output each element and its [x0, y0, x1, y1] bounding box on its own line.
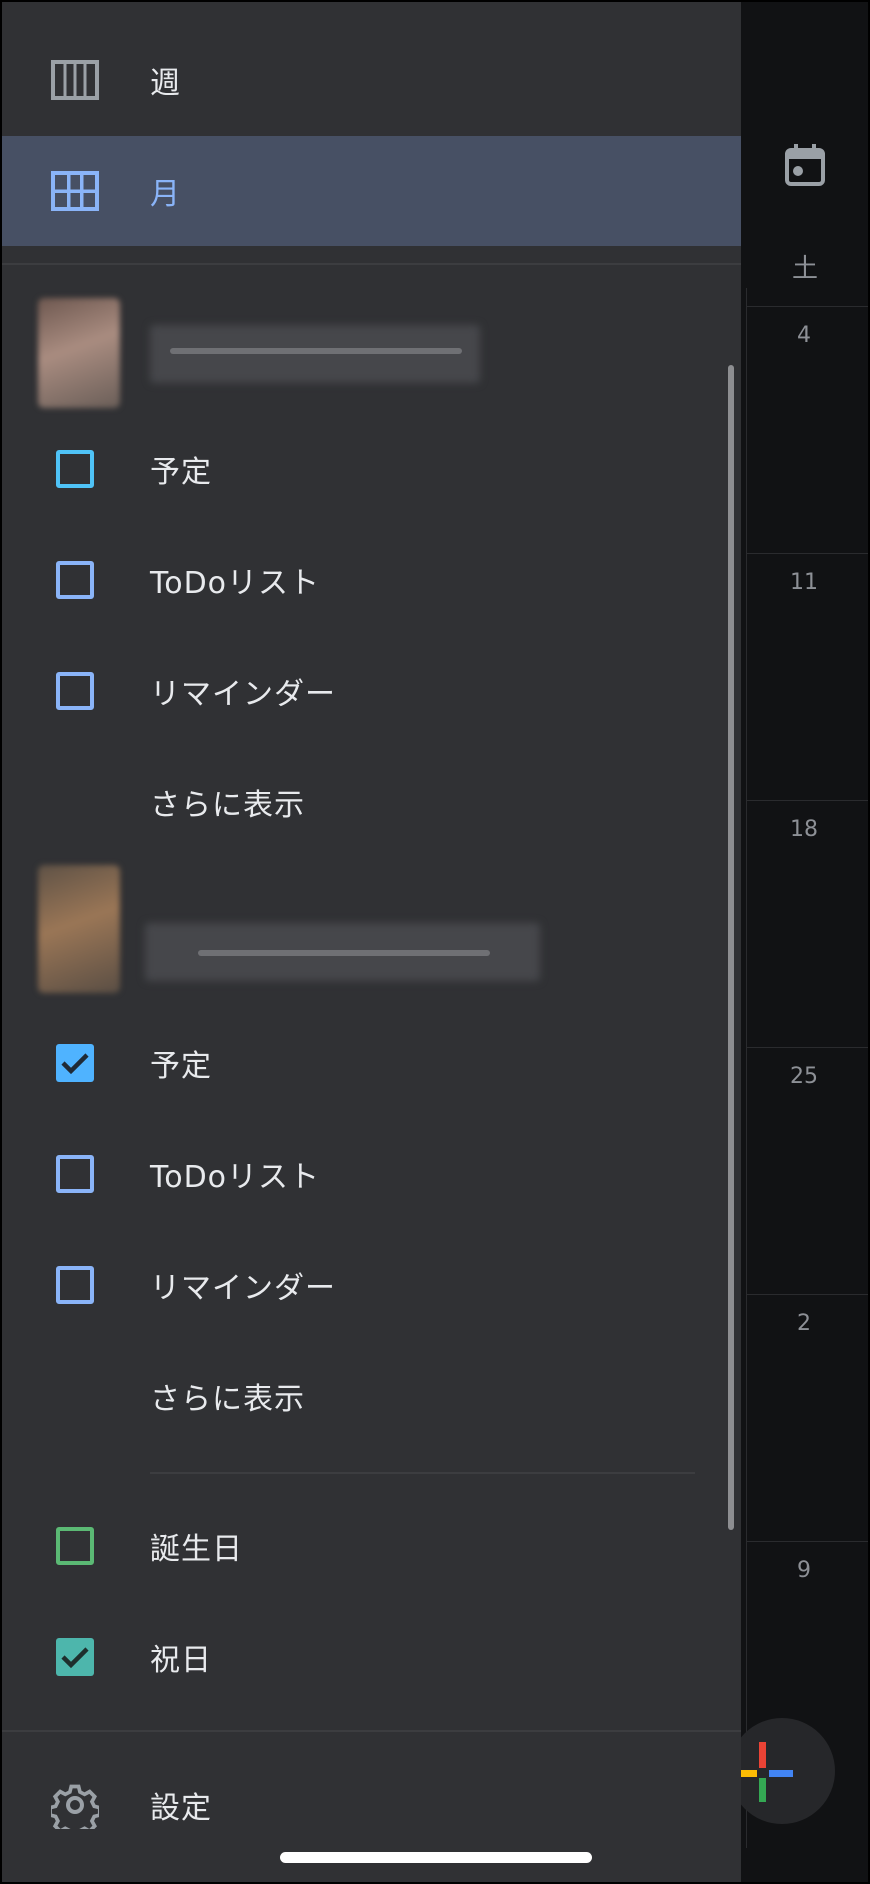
date-number: 11 [790, 570, 818, 595]
show-more-label: さらに表示 [150, 1382, 305, 1417]
date-cell[interactable]: 4 [746, 306, 870, 554]
date-number: 25 [790, 1064, 818, 1089]
calendar-item[interactable]: 予定 [0, 414, 741, 524]
checkbox[interactable] [50, 1521, 100, 1571]
calendar-label: ToDoリスト [150, 566, 321, 601]
calendar-label: リマインダー [150, 677, 336, 712]
settings-label: 設定 [150, 1791, 212, 1826]
navigation-drawer: 週 月 予定 ToDoリスト リマインダー さらに表示 予定 ToDoリスト リ… [0, 0, 741, 1884]
avatar [38, 298, 120, 408]
account-name-redaction [198, 950, 490, 956]
date-cell[interactable]: 2 [746, 1294, 870, 1542]
gear-icon [50, 1780, 100, 1830]
month-view-icon [50, 166, 100, 216]
calendar-item-birthdays[interactable]: 誕生日 [0, 1491, 741, 1601]
home-indicator[interactable] [280, 1852, 592, 1863]
calendar-item[interactable]: ToDoリスト [0, 525, 741, 635]
settings-item[interactable]: 設定 [0, 1750, 741, 1860]
checkbox[interactable] [50, 444, 100, 494]
checkbox-checked[interactable] [50, 1038, 100, 1088]
account-name-redaction [170, 348, 462, 354]
calendar-item-holidays[interactable]: 祝日 [0, 1602, 741, 1712]
date-number: 9 [797, 1558, 811, 1583]
scrollbar[interactable] [728, 365, 734, 1530]
show-more-label: さらに表示 [150, 788, 305, 823]
checkbox[interactable] [50, 666, 100, 716]
calendar-label: 祝日 [150, 1643, 212, 1678]
divider [150, 1472, 695, 1474]
date-cell[interactable]: 18 [746, 800, 870, 1048]
view-option-week[interactable]: 週 [0, 25, 741, 135]
date-number: 4 [797, 323, 811, 348]
show-more-link[interactable]: さらに表示 [0, 1341, 741, 1451]
date-cell[interactable]: 25 [746, 1047, 870, 1295]
google-plus-icon [733, 1742, 793, 1802]
checkbox[interactable] [50, 1149, 100, 1199]
date-cell[interactable]: 11 [746, 553, 870, 801]
calendar-label: 予定 [150, 1049, 212, 1084]
checkbox-checked[interactable] [50, 1632, 100, 1682]
avatar [38, 865, 120, 993]
check-icon [61, 1053, 89, 1075]
divider [0, 1730, 741, 1732]
calendar-item[interactable]: リマインダー [0, 1230, 741, 1340]
calendar-item[interactable]: リマインダー [0, 636, 741, 746]
calendar-label: ToDoリスト [150, 1160, 321, 1195]
divider [0, 263, 741, 265]
show-more-link[interactable]: さらに表示 [0, 747, 741, 857]
account-name [150, 325, 480, 383]
checkbox[interactable] [50, 555, 100, 605]
checkbox[interactable] [50, 1260, 100, 1310]
date-number: 18 [790, 817, 818, 842]
calendar-label: リマインダー [150, 1271, 336, 1306]
weekday-header-saturday: 土 [791, 254, 818, 284]
calendar-item[interactable]: ToDoリスト [0, 1119, 741, 1229]
calendar-item[interactable]: 予定 [0, 1008, 741, 1118]
view-option-label: 月 [150, 177, 181, 212]
calendar-label: 予定 [150, 455, 212, 490]
today-icon[interactable] [783, 142, 827, 188]
create-event-fab[interactable] [729, 1718, 835, 1824]
week-view-icon [50, 55, 100, 105]
view-option-label: 週 [150, 66, 181, 101]
check-icon [61, 1647, 89, 1669]
date-number: 2 [797, 1311, 811, 1336]
calendar-label: 誕生日 [150, 1532, 243, 1567]
view-option-month[interactable]: 月 [0, 136, 741, 246]
